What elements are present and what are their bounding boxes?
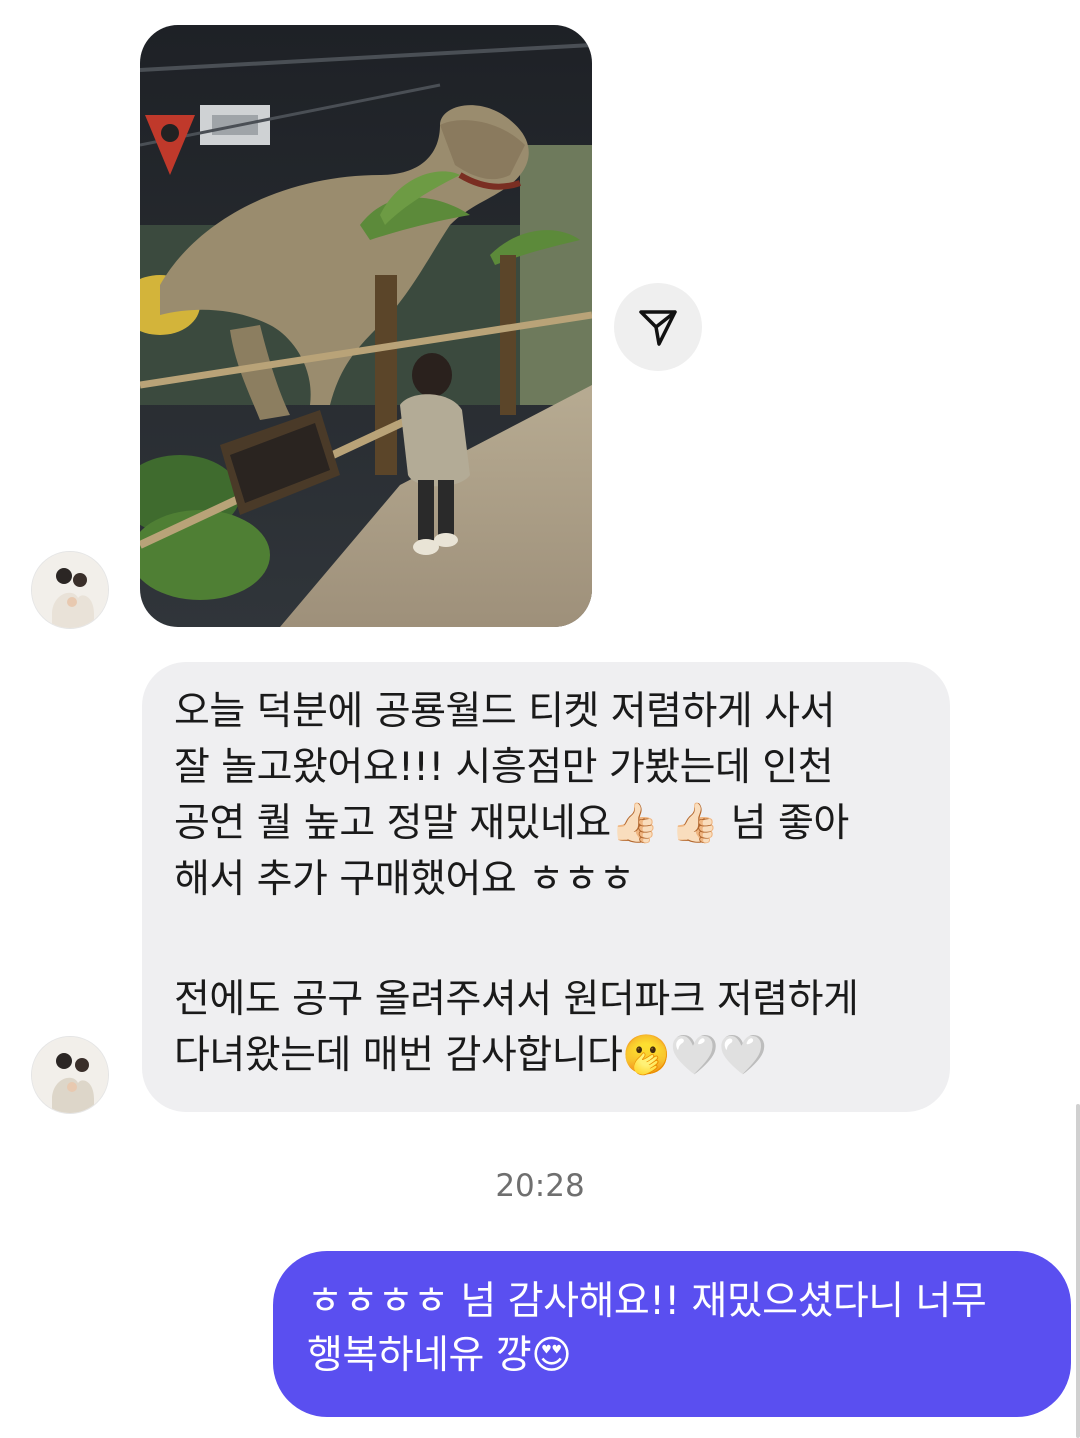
message-line: 전에도 공구 올려주셔서 원더파크 저렴하게 — [174, 977, 859, 1022]
avatar[interactable] — [31, 551, 109, 629]
paper-plane-icon — [639, 310, 677, 346]
profile-photo-avatar — [32, 1037, 108, 1113]
dinosaur-photo — [140, 25, 592, 627]
message-line: 공연 퀄 높고 정말 재밌네요👍🏻 👍🏻 넘 좋아 — [174, 801, 849, 846]
photo-message[interactable] — [140, 25, 592, 627]
message-line: 다녀왔는데 매번 감사합니다🫢🤍🤍 — [174, 1033, 767, 1078]
avatar[interactable] — [31, 1036, 109, 1114]
message-timestamp: 20:28 — [495, 1168, 585, 1204]
message-line: 잘 놀고왔어요!!! 시흥점만 가봤는데 인천 — [174, 745, 834, 790]
message-line: 오늘 덕분에 공룡월드 티켓 저렴하게 사서 — [174, 689, 835, 734]
message-line: 해서 추가 구매했어요 ㅎㅎㅎ — [174, 857, 635, 902]
message-line: ㅎㅎㅎㅎ 넘 감사해요!! 재밌으셨다니 너무 — [307, 1279, 987, 1324]
message-line: 행복하네유 꺙😍 — [307, 1333, 572, 1378]
scrollbar[interactable] — [1076, 1104, 1080, 1438]
incoming-message-bubble[interactable]: 오늘 덕분에 공룡월드 티켓 저렴하게 사서 잘 놀고왔어요!!! 시흥점만 가… — [142, 662, 950, 1112]
profile-photo-avatar — [32, 552, 108, 628]
share-button[interactable] — [614, 283, 702, 371]
outgoing-message-bubble[interactable]: ㅎㅎㅎㅎ 넘 감사해요!! 재밌으셨다니 너무 행복하네유 꺙😍 — [273, 1251, 1071, 1417]
